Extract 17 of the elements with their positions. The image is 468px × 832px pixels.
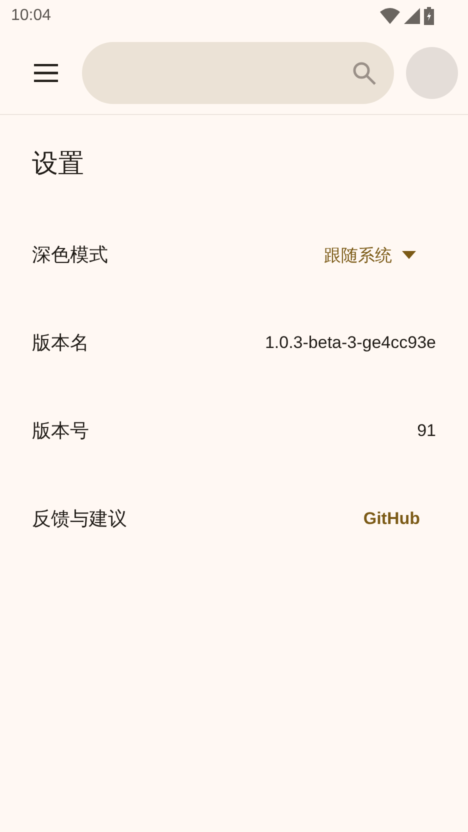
setting-label: 版本名 [32, 331, 89, 356]
setting-value: 1.0.3-beta-3-ge4cc93e [264, 333, 436, 353]
setting-value: 91 [417, 421, 436, 441]
search-icon [352, 61, 376, 85]
status-time: 10:04 [11, 7, 52, 25]
dark-mode-dropdown[interactable]: 跟随系统 [324, 244, 416, 266]
battery-icon [424, 7, 434, 25]
setting-label: 深色模式 [32, 243, 108, 268]
setting-label: 版本号 [32, 419, 89, 444]
setting-label: 反馈与建议 [32, 507, 127, 532]
signal-icon [404, 8, 420, 24]
caret-icon [402, 251, 416, 259]
wifi-icon [380, 8, 400, 24]
menu-icon [34, 64, 58, 82]
avatar[interactable] [406, 47, 458, 99]
github-link[interactable]: GitHub [363, 509, 420, 529]
page-title: 设置 [31, 148, 85, 181]
